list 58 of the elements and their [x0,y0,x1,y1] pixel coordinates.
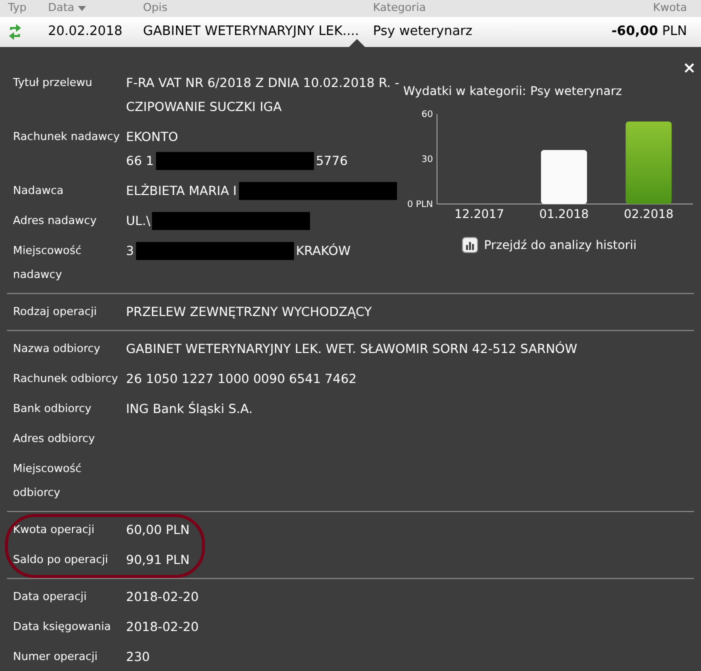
field-value: PRZELEW ZEWNĘTRZNY WYCHODZĄCY [126,302,372,321]
column-header[interactable]: Opis [143,0,168,17]
field-value: 2018-02-20 [126,588,199,606]
field-value: CZIPOWANIE SUCZKI IGA [126,98,282,116]
field-label: Rachunek odbiorcy [12,371,120,387]
row-category: Psy weterynarz [373,23,474,42]
field-value: EKONTO [126,128,178,146]
field-label: Numer operacji [12,649,99,665]
column-header[interactable]: Typ [8,0,26,17]
field-label: Adres odbiorcy [12,431,96,447]
field-value: 90,91 PLN [126,550,190,569]
chart-category: Psy weterynarz [530,83,622,100]
close-button[interactable]: × [682,60,696,76]
transaction-row[interactable]: 20.02.2018 GABINET WETERYNARYJNY LEK.... Psy weterynarz -60,00 PLN [0,17,701,47]
column-header[interactable]: Data [48,0,74,17]
field-label: Rachunek nadawcy [12,129,121,145]
x-tick-label: 12.2017 [454,207,504,221]
field-value: UL.\ [126,212,150,230]
field-value: KRAKÓW [296,242,351,260]
history-analysis-link[interactable]: Przejdź do analizy historii [462,236,637,254]
bar [541,150,588,204]
pointer-triangle-icon [349,39,365,47]
field-value: F-RA VAT NR 6/2018 Z DNIA 10.02.2018 R. - [126,74,400,92]
field-value: GABINET WETERYNARYJNY LEK. WET. SŁAWOMIR SORN 42-512 SARNÓW [126,340,578,358]
field-value: ELŻBIETA MARIA I [126,182,237,200]
column-header[interactable]: Kategoria [373,0,426,17]
field-label: Data operacji [12,589,88,605]
bar-chart-icon [462,237,478,253]
field-label: Nazwa odbiorcy [12,341,102,357]
field-label: Data księgowania [12,619,112,635]
field-label: Nadawca [12,183,64,199]
field-value: 66 1 [126,152,154,170]
y-tick-label: 0 PLN [408,200,434,210]
field-label: Tytuł przelewu [12,75,94,91]
field-label: Rodzaj operacji [12,304,98,320]
field-label: Miejscowość nadawcy [12,243,82,283]
field-label: Saldo po operacji [12,552,110,568]
field-value: 3 [126,242,134,260]
field-value: 2018-02-20 [126,618,199,636]
row-amount: -60,00 PLN [610,23,688,42]
x-tick-label: 01.2018 [539,207,590,221]
field-value: 5776 [316,152,348,170]
column-header[interactable]: Kwota [653,0,687,17]
x-tick-label: 02.2018 [624,207,674,221]
y-tick-label: 30 [422,155,434,165]
row-date: 20.02.2018 [48,23,124,42]
field-label: Adres nadawcy [12,213,98,229]
y-tick-label: 60 [422,110,434,120]
transfer-arrows-icon [8,22,22,42]
chart-title: Wydatki w kategorii: [403,83,526,100]
field-value: ING Bank Śląski S.A. [126,400,253,418]
field-value: 230 [126,648,150,666]
field-label: Miejscowość odbiorcy [12,461,82,501]
field-value: 26 1050 1227 1000 0090 6541 7462 [126,370,357,388]
field-label: Bank odbiorcy [12,401,92,417]
field-value: 60,00 PLN [126,520,190,539]
field-label: Kwota operacji [12,522,96,538]
row-description: GABINET WETERYNARYJNY LEK.... [143,23,360,42]
